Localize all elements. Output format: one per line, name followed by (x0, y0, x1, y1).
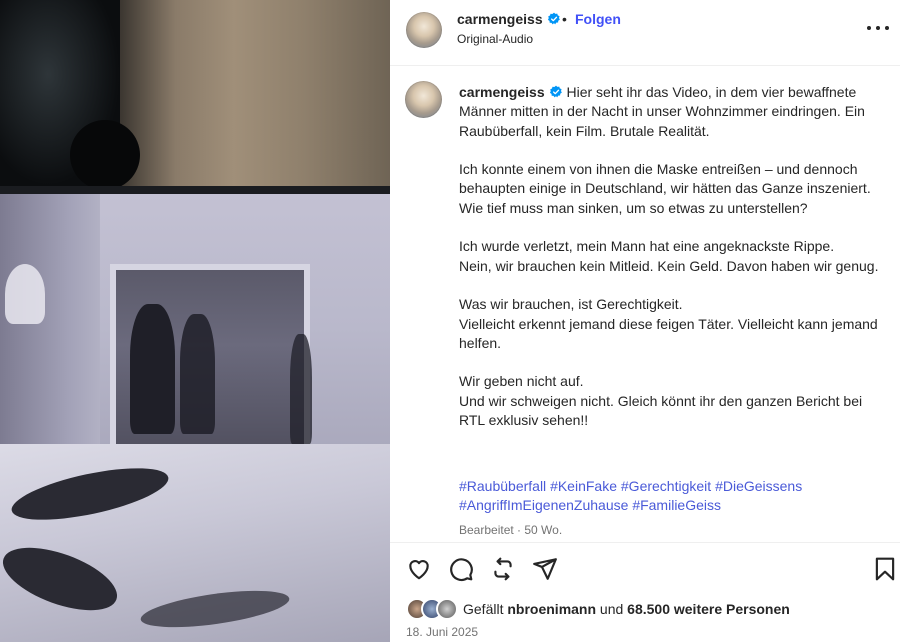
video-frame-top (0, 0, 390, 190)
action-bar: Gefällt nbroenimann und 68.500 weitere P… (390, 542, 900, 642)
post-header: carmengeiss • Folgen Original-Audio (390, 0, 900, 66)
likes-conjunction: und (599, 601, 624, 617)
heart-icon[interactable] (406, 556, 432, 582)
caption-meta: Bearbeitet · 50 Wo. (459, 523, 563, 537)
video-frame-divider (0, 186, 390, 194)
more-horizontal-icon[interactable] (866, 18, 890, 38)
send-icon[interactable] (532, 556, 558, 582)
post-date[interactable]: 18. Juni 2025 (406, 625, 478, 639)
likes-text: Gefällt nbroenimann und 68.500 weitere P… (463, 601, 790, 617)
caption-author-avatar[interactable] (405, 81, 442, 118)
hashtag-link[interactable]: #KeinFake (550, 478, 617, 494)
liker-username[interactable]: nbroenimann (507, 601, 596, 617)
verified-badge-icon (549, 85, 562, 98)
hashtag-link[interactable]: #Raubüberfall (459, 478, 546, 494)
post-media-video[interactable] (0, 0, 390, 642)
hashtag-link[interactable]: #Gerechtigkeit (621, 478, 711, 494)
caption-text: carmengeiss Hier seht ihr das Video, in … (459, 83, 887, 430)
hashtag-link[interactable]: #DieGeissens (715, 478, 802, 494)
author-username[interactable]: carmengeiss (457, 11, 561, 27)
author-avatar[interactable] (406, 12, 442, 48)
comment-icon[interactable] (448, 556, 474, 582)
repost-icon[interactable] (490, 556, 516, 582)
likes-count-link[interactable]: 68.500 weitere Personen (627, 601, 790, 617)
original-audio-link[interactable]: Original-Audio (457, 32, 533, 46)
caption-username[interactable]: carmengeiss (459, 84, 545, 100)
author-username-text[interactable]: carmengeiss (457, 11, 543, 27)
hashtag-link[interactable]: #FamilieGeiss (632, 497, 721, 513)
verified-badge-icon (547, 12, 560, 25)
liker-avatar[interactable] (436, 598, 458, 620)
header-separator: • (562, 11, 567, 27)
caption-section: carmengeiss Hier seht ihr das Video, in … (390, 67, 900, 542)
follow-button[interactable]: Folgen (575, 11, 621, 27)
hashtag-list: #Raubüberfall #KeinFake #Gerechtigkeit #… (459, 477, 887, 516)
hashtag-link[interactable]: #AngriffImEigenenZuhause (459, 497, 628, 513)
likes-prefix: Gefällt (463, 601, 504, 617)
bookmark-icon[interactable] (872, 556, 898, 582)
likes-summary: Gefällt nbroenimann und 68.500 weitere P… (406, 598, 886, 622)
video-frame-bottom (0, 194, 390, 642)
post-panel: carmengeiss • Folgen Original-Audio carm… (390, 0, 900, 642)
caption-body: Hier seht ihr das Video, in dem vier bew… (459, 84, 879, 429)
